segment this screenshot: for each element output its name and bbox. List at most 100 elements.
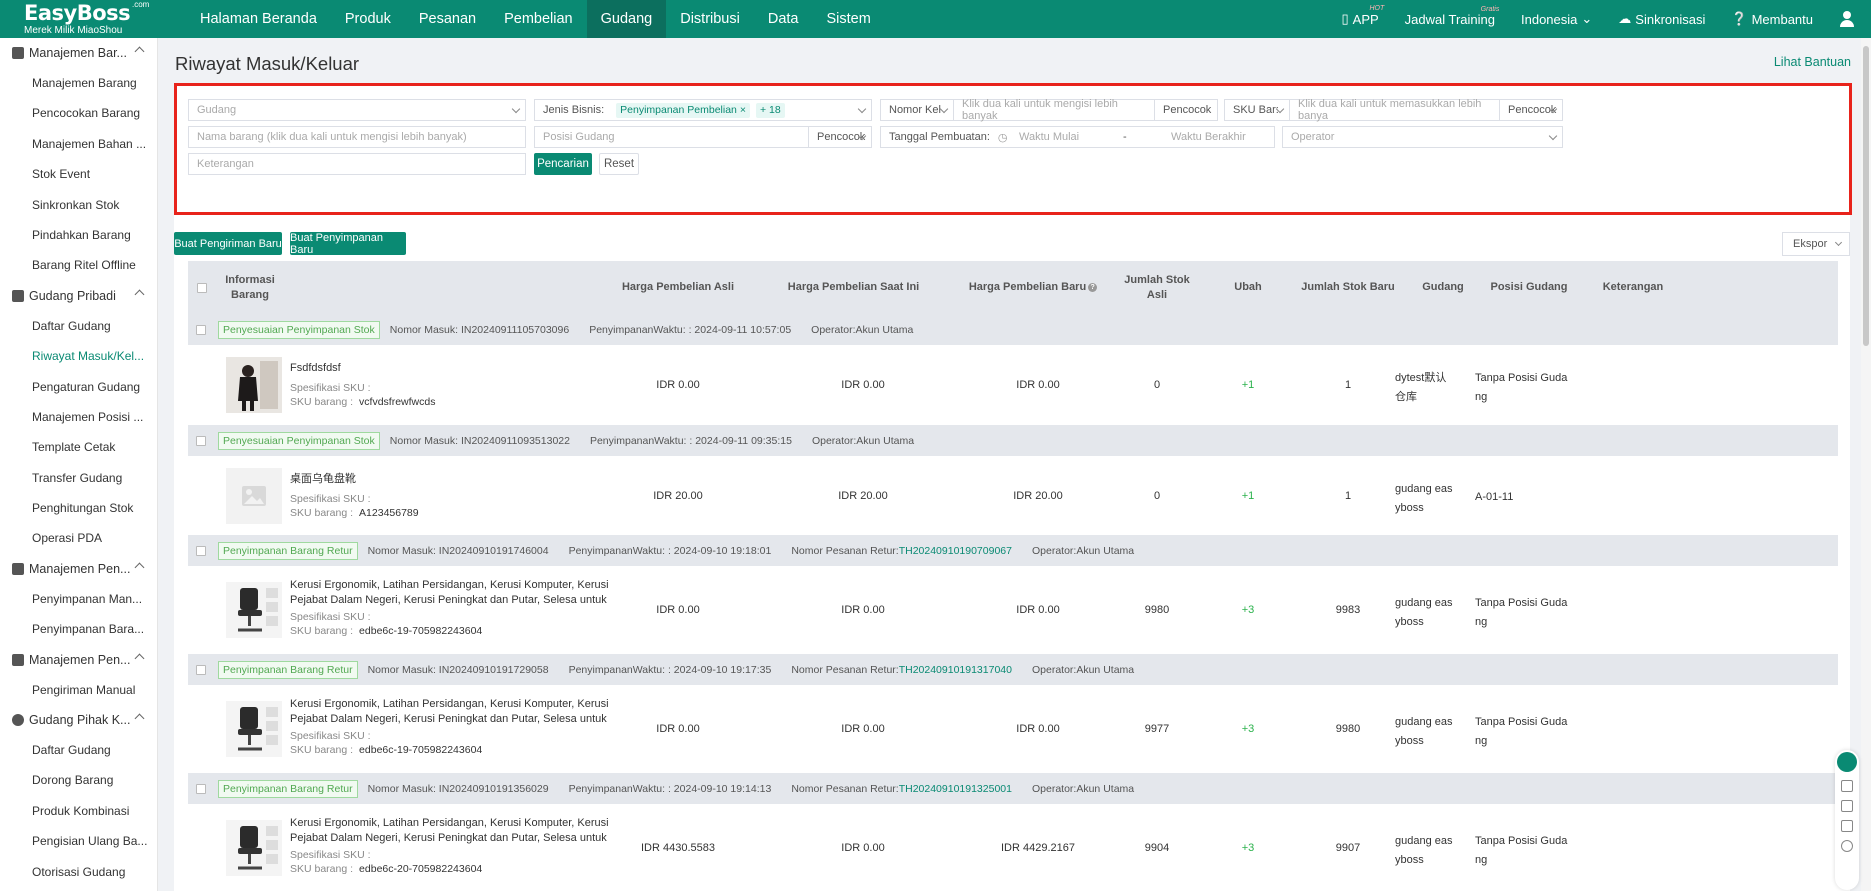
message-icon[interactable] — [1841, 800, 1853, 812]
product-thumbnail[interactable] — [226, 820, 282, 876]
sidebar-section-manajemen-penyimpanan[interactable]: Manajemen Pen... — [0, 554, 157, 584]
nav-item-distribusi[interactable]: Distribusi — [666, 0, 754, 38]
gudang-cell: dytest默认 仓库 — [1395, 372, 1447, 403]
box-icon — [12, 47, 24, 59]
retur-order-link[interactable]: TH20240910191325001 — [899, 783, 1012, 795]
sidebar-item-penyimpanan-barang[interactable]: Penyimpanan Bara... — [0, 614, 157, 644]
language-select[interactable]: Indonesia ⌄ — [1521, 11, 1592, 27]
sidebar-item-pengiriman-manual[interactable]: Pengiriman Manual — [0, 675, 157, 705]
product-spec: Spesifikasi SKU : SKU barang : A123456789 — [290, 492, 419, 520]
chevron-up-icon — [134, 562, 145, 573]
sidebar-item-produk-kombinasi[interactable]: Produk Kombinasi — [0, 796, 157, 826]
product-name[interactable]: Kerusi Ergonomik, Latihan Persidangan, K… — [290, 578, 625, 608]
header-ubah: Ubah — [1234, 281, 1262, 293]
nav-item-sistem[interactable]: Sistem — [812, 0, 884, 38]
product-name[interactable]: Fsdfdsfdsf — [290, 361, 625, 376]
row-checkbox[interactable] — [196, 545, 206, 556]
export-button[interactable]: Ekspor — [1782, 232, 1850, 256]
sidebar-item-pengisian-ulang[interactable]: Pengisian Ulang Ba... — [0, 826, 157, 856]
sidebar-item-otorisasi-gudang[interactable]: Otorisasi Gudang — [0, 857, 157, 887]
sidebar-item-stok-event[interactable]: Stok Event — [0, 159, 157, 189]
nav-item-gudang[interactable]: Gudang — [586, 0, 667, 38]
product-thumbnail[interactable] — [226, 582, 282, 638]
sidebar-item-barang-ritel-offline[interactable]: Barang Ritel Offline — [0, 250, 157, 280]
sidebar-section-gudang-pribadi[interactable]: Gudang Pribadi — [0, 281, 157, 311]
select-all-checkbox[interactable] — [196, 261, 208, 314]
product-name[interactable]: Kerusi Ergonomik, Latihan Persidangan, K… — [290, 697, 625, 727]
inbox-icon — [12, 562, 24, 575]
sidebar-item-dorong-barang[interactable]: Dorong Barang — [0, 765, 157, 795]
list-icon[interactable] — [1841, 820, 1853, 832]
row-checkbox[interactable] — [196, 783, 206, 794]
sidebar-item-manajemen-posisi[interactable]: Manajemen Posisi ... — [0, 402, 157, 432]
chevron-up-icon — [134, 289, 145, 300]
sidebar-item-penyimpanan-manual[interactable]: Penyimpanan Man... — [0, 584, 157, 614]
row-checkbox[interactable] — [196, 664, 206, 675]
sidebar-item-riwayat-masuk-keluar[interactable]: Riwayat Masuk/Kel... — [0, 341, 157, 371]
product-name[interactable]: Kerusi Ergonomik, Latihan Persidangan, K… — [290, 816, 625, 846]
floating-toolbar — [1835, 750, 1859, 890]
spec-sku-label: Spesifikasi SKU : — [290, 849, 371, 861]
main-menu: Halaman Beranda Produk Pesanan Pembelian… — [186, 0, 885, 38]
retur-order-link[interactable]: TH20240910191317040 — [899, 664, 1012, 676]
section-title: Gudang Pribadi — [29, 288, 116, 303]
sidebar-item-penghitungan-stok[interactable]: Penghitungan Stok — [0, 493, 157, 523]
scrollbar-thumb[interactable] — [1863, 46, 1869, 346]
sku-line: SKU barang : edbe6c-19-705982243604 — [290, 743, 482, 757]
sidebar-item-template-cetak[interactable]: Template Cetak — [0, 432, 157, 462]
image-placeholder-icon — [242, 486, 266, 506]
user-avatar[interactable] — [1839, 11, 1855, 27]
product-thumbnail[interactable] — [226, 701, 282, 757]
stok-baru-cell: 9980 — [1335, 723, 1361, 735]
sidebar-item-manajemen-bahan[interactable]: Manajemen Bahan ... — [0, 129, 157, 159]
document-icon[interactable] — [1841, 780, 1853, 792]
product-name[interactable]: 桌面乌龟盘靴 — [290, 472, 625, 487]
info-icon[interactable]: ? — [1088, 283, 1098, 292]
spec-sku-label: Spesifikasi SKU : — [290, 382, 371, 394]
checkbox[interactable] — [197, 282, 207, 293]
nav-item-pembelian[interactable]: Pembelian — [490, 0, 587, 38]
sidebar-section-gudang-pihak-ketiga[interactable]: Gudang Pihak K... — [0, 705, 157, 735]
harga-asli-cell: IDR 4430.5583 — [641, 842, 715, 854]
harga-kini-cell: IDR 0.00 — [841, 723, 885, 735]
sidebar-item-pencocokan-barang[interactable]: Pencocokan Barang — [0, 98, 157, 128]
type-badge: Penyimpanan Barang Retur — [218, 541, 358, 560]
chevron-up-icon — [134, 713, 145, 724]
nav-item-produk[interactable]: Produk — [331, 0, 405, 38]
table-row: Kerusi Ergonomik, Latihan Persidangan, K… — [188, 685, 1838, 773]
sidebar-item-daftar-gudang[interactable]: Daftar Gudang — [0, 311, 157, 341]
row-checkbox[interactable] — [196, 435, 206, 446]
sidebar-item-pengaturan-gudang[interactable]: Pengaturan Gudang — [0, 372, 157, 402]
sidebar-item-pindahkan-barang[interactable]: Pindahkan Barang — [0, 220, 157, 250]
nav-item-beranda[interactable]: Halaman Beranda — [186, 0, 331, 38]
sidebar-section-manajemen-pengiriman[interactable]: Manajemen Pen... — [0, 645, 157, 675]
sidebar-item-sinkronkan-stok[interactable]: Sinkronkan Stok — [0, 190, 157, 220]
stok-baru-cell: 9907 — [1335, 842, 1361, 854]
sidebar-item-daftar-gudang-pihak[interactable]: Daftar Gudang — [0, 735, 157, 765]
ubah-cell: +3 — [1241, 723, 1255, 735]
app-link[interactable]: ▯ APP HOT — [1342, 5, 1385, 27]
sidebar-item-manajemen-barang[interactable]: Manajemen Barang — [0, 68, 157, 98]
row-checkbox[interactable] — [196, 324, 206, 335]
training-label: Jadwal Training — [1404, 11, 1495, 27]
nav-item-data[interactable]: Data — [754, 0, 813, 38]
new-shipment-button[interactable]: Buat Pengiriman Baru — [174, 232, 282, 255]
refresh-icon[interactable] — [1841, 840, 1853, 852]
posisi-cell: Tanpa Posisi Guda ng — [1475, 372, 1568, 403]
help-link[interactable]: Lihat Bantuan — [1774, 55, 1851, 69]
retur-order-link[interactable]: TH20240910190709067 — [899, 545, 1012, 557]
page-scrollbar[interactable] — [1861, 38, 1871, 891]
help-button[interactable]: ❔ Membantu — [1731, 11, 1813, 27]
product-thumbnail[interactable] — [226, 357, 282, 413]
sidebar-section-manajemen-barang[interactable]: Manajemen Bar... — [0, 38, 157, 68]
new-storage-button[interactable]: Buat Penyimpanan Baru — [290, 232, 406, 256]
product-thumbnail[interactable] — [226, 468, 282, 524]
brand-logo[interactable]: EasyBoss .com Merek Milik MiaoShou — [24, 0, 149, 36]
sidebar-item-operasi-pda[interactable]: Operasi PDA — [0, 523, 157, 553]
support-avatar-icon[interactable] — [1837, 752, 1857, 772]
training-link[interactable]: Jadwal Training Gratis — [1404, 6, 1500, 27]
sidebar-item-transfer-gudang[interactable]: Transfer Gudang — [0, 463, 157, 493]
sync-button[interactable]: ☁ Sinkronisasi — [1618, 11, 1705, 27]
nav-item-pesanan[interactable]: Pesanan — [405, 0, 490, 38]
harga-baru-cell: IDR 0.00 — [1016, 379, 1060, 391]
